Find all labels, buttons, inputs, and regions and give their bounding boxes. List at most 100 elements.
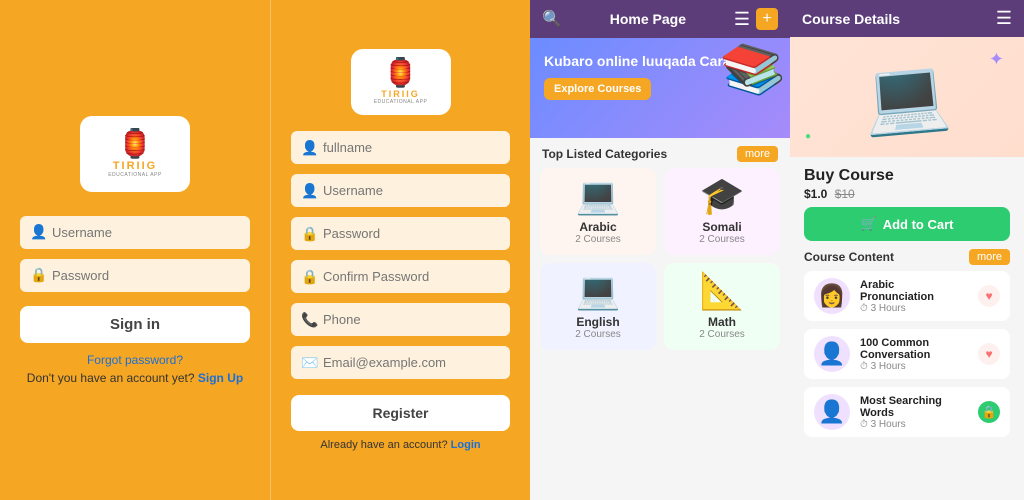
password-group: 🔒 xyxy=(20,259,250,292)
category-english[interactable]: 💻 English 2 Courses xyxy=(540,263,656,350)
course-item-action-1[interactable]: ♥ xyxy=(978,285,1000,307)
reg-password-input[interactable] xyxy=(291,217,510,250)
plus-button[interactable]: + xyxy=(756,8,778,30)
hero-books-icon: 📚 xyxy=(718,39,788,99)
somali-icon: 🎓 xyxy=(700,178,745,214)
course-item-duration-2: ⏱ 3 Hours xyxy=(860,361,968,372)
cart-icon: 🛒 xyxy=(861,216,877,232)
buy-course-heading: Buy Course xyxy=(804,167,1010,185)
forgot-password-link[interactable]: Forgot password? xyxy=(87,353,183,367)
somali-count: 2 Courses xyxy=(699,234,745,245)
phone-icon: 📞 xyxy=(301,311,318,328)
logo-card-register: 🏮 TIRIIG EDUCATIONAL APP xyxy=(351,49,451,115)
logo-lamp-icon: 🏮 xyxy=(118,130,153,158)
logo-title-reg: TIRIIG xyxy=(381,89,420,99)
course-item-action-2[interactable]: ♥ xyxy=(978,343,1000,365)
email-icon: ✉️ xyxy=(301,354,318,371)
course-item-avatar-1: 👩 xyxy=(814,278,850,314)
right-section: 🔍 Home Page ☰ + Kubaro online luuqada Ca… xyxy=(530,0,1024,500)
categories-more-button[interactable]: more xyxy=(737,146,778,162)
fullname-group: 👤 xyxy=(291,131,510,164)
course-item-2: 👤 100 Common Conversation ⏱ 3 Hours ♥ xyxy=(804,329,1010,379)
add-to-cart-button[interactable]: 🛒 Add to Cart xyxy=(804,207,1010,241)
course-item-info-2: 100 Common Conversation ⏱ 3 Hours xyxy=(860,337,968,372)
phone-group: 📞 xyxy=(291,303,510,336)
math-icon: 📐 xyxy=(700,273,745,309)
course-item-avatar-2: 👤 xyxy=(814,336,850,372)
menu-icon: ☰ xyxy=(734,9,750,30)
arabic-count: 2 Courses xyxy=(575,234,621,245)
course-info: Buy Course $1.0 $10 xyxy=(790,157,1024,207)
sparkle2-icon: ● xyxy=(805,131,811,142)
course-item-info-1: Arabic Pronunciation ⏱ 3 Hours xyxy=(860,279,968,314)
arabic-icon: 💻 xyxy=(576,178,621,214)
course-item-duration-3: ⏱ 3 Hours xyxy=(860,419,968,430)
category-somali[interactable]: 🎓 Somali 2 Courses xyxy=(664,168,780,255)
lock-icon-confirm: 🔒 xyxy=(301,268,318,285)
username-group: 👤 xyxy=(20,216,250,249)
sign-in-button[interactable]: Sign in xyxy=(20,306,250,343)
add-to-cart-label: Add to Cart xyxy=(883,217,954,232)
new-price: $1.0 xyxy=(804,187,827,201)
register-panel: 🏮 TIRIIG EDUCATIONAL APP 👤 👤 🔒 🔒 📞 ✉️ Re… xyxy=(270,0,530,500)
lock-icon-reg: 🔒 xyxy=(301,225,318,242)
course-hero-image: 💻 ✦ ● xyxy=(790,37,1024,157)
course-items-list: 👩 Arabic Pronunciation ⏱ 3 Hours ♥ 👤 100… xyxy=(790,271,1024,437)
course-item-title-2: 100 Common Conversation xyxy=(860,337,968,361)
confirm-password-input[interactable] xyxy=(291,260,510,293)
logo-title: TIRIIG xyxy=(113,160,157,172)
course-content-header: Course Content more xyxy=(790,241,1024,271)
already-account-text: Already have an account? Login xyxy=(320,439,480,451)
explore-courses-button[interactable]: Explore Courses xyxy=(544,78,651,100)
username-input[interactable] xyxy=(20,216,250,249)
logo-lamp-icon-reg: 🏮 xyxy=(383,59,418,87)
logo-subtitle: EDUCATIONAL APP xyxy=(108,172,162,178)
content-more-button[interactable]: more xyxy=(969,249,1010,265)
password-input[interactable] xyxy=(20,259,250,292)
course-item-action-3[interactable]: 🔒 xyxy=(978,401,1000,423)
sign-up-link[interactable]: Sign Up xyxy=(198,371,243,385)
home-page-title: Home Page xyxy=(610,11,686,27)
course-item-title-3: Most Searching Words xyxy=(860,395,968,419)
math-name: Math xyxy=(708,315,736,329)
email-input[interactable] xyxy=(291,346,510,379)
user-icon-fn: 👤 xyxy=(301,139,318,156)
home-page: 🔍 Home Page ☰ + Kubaro online luuqada Ca… xyxy=(530,0,790,500)
old-price: $10 xyxy=(835,187,855,201)
course-content-title: Course Content xyxy=(804,250,894,264)
user-icon-reg: 👤 xyxy=(301,182,318,199)
somali-name: Somali xyxy=(702,220,741,234)
categories-grid: 💻 Arabic 2 Courses 🎓 Somali 2 Courses 💻 … xyxy=(530,168,790,360)
sparkle-icon: ✦ xyxy=(989,49,1004,70)
arabic-name: Arabic xyxy=(579,220,616,234)
course-item-3: 👤 Most Searching Words ⏱ 3 Hours 🔒 xyxy=(804,387,1010,437)
logo-card-login: 🏮 TIRIIG EDUCATIONAL APP xyxy=(80,116,190,192)
categories-title: Top Listed Categories xyxy=(542,147,667,161)
english-icon: 💻 xyxy=(576,273,621,309)
reg-username-group: 👤 xyxy=(291,174,510,207)
category-arabic[interactable]: 💻 Arabic 2 Courses xyxy=(540,168,656,255)
course-menu-icon: ☰ xyxy=(996,8,1012,29)
fullname-input[interactable] xyxy=(291,131,510,164)
course-details-title: Course Details xyxy=(802,11,900,27)
course-item-title-1: Arabic Pronunciation xyxy=(860,279,968,303)
course-item-avatar-3: 👤 xyxy=(814,394,850,430)
register-button[interactable]: Register xyxy=(291,395,510,431)
phone-input[interactable] xyxy=(291,303,510,336)
english-name: English xyxy=(576,315,619,329)
course-price: $1.0 $10 xyxy=(804,187,1010,201)
laptop-icon: 💻 xyxy=(860,52,954,141)
course-details-header: Course Details ☰ xyxy=(790,0,1024,37)
email-group: ✉️ xyxy=(291,346,510,379)
lock-icon: 🔒 xyxy=(30,267,47,284)
home-header: 🔍 Home Page ☰ + xyxy=(530,0,790,38)
course-details: Course Details ☰ 💻 ✦ ● Buy Course $1.0 $… xyxy=(790,0,1024,500)
category-math[interactable]: 📐 Math 2 Courses xyxy=(664,263,780,350)
search-button[interactable]: 🔍 xyxy=(542,9,562,29)
hero-banner: Kubaro online luuqada Carabiga Explore C… xyxy=(530,38,790,138)
login-link[interactable]: Login xyxy=(451,439,481,451)
no-account-text: Don't you have an account yet? Sign Up xyxy=(27,371,243,385)
course-item-1: 👩 Arabic Pronunciation ⏱ 3 Hours ♥ xyxy=(804,271,1010,321)
confirm-password-group: 🔒 xyxy=(291,260,510,293)
reg-username-input[interactable] xyxy=(291,174,510,207)
